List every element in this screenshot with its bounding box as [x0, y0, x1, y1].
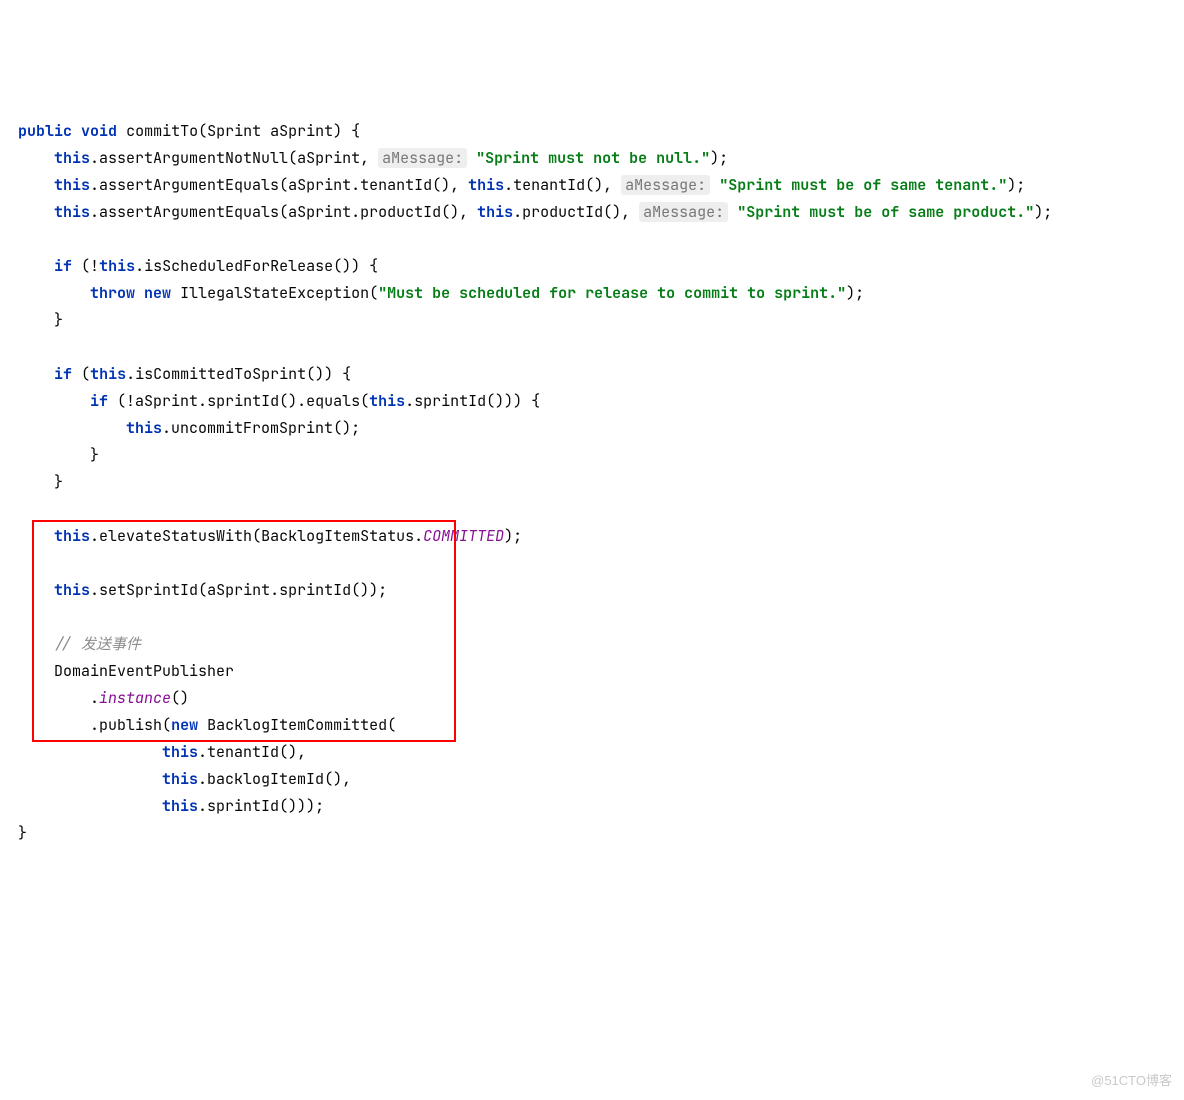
str-tenant: "Sprint must be of same tenant." [719, 175, 1007, 195]
type-bic: BacklogItemCommitted [207, 715, 387, 735]
call-assert-not-null: assertArgumentNotNull [99, 148, 288, 168]
watermark: @51CTO博客 [1091, 1067, 1172, 1094]
method-name: commitTo [126, 121, 198, 141]
call-instance: instance [99, 688, 171, 708]
kw-new: new [144, 283, 171, 303]
kw-if: if [54, 256, 72, 276]
type-dep: DomainEventPublisher [54, 661, 234, 681]
call-is-committed: isCommittedToSprint [135, 364, 306, 384]
param-type: Sprint [207, 121, 261, 141]
enum-committed: COMMITTED [423, 526, 504, 546]
call-elevate: elevateStatusWith [99, 526, 252, 546]
kw-public: public [18, 121, 72, 141]
str-product: "Sprint must be of same product." [737, 202, 1034, 222]
kw-throw: throw [90, 283, 135, 303]
comment-send-event: // 发送事件 [54, 634, 141, 654]
str-mustsched: "Must be scheduled for release to commit… [378, 283, 846, 303]
call-assert-equals-product: assertArgumentEquals [99, 202, 279, 222]
param-name: aSprint [270, 121, 333, 141]
call-publish: publish [99, 715, 162, 735]
type-ise: IllegalStateException [180, 283, 369, 303]
hint-amessage: aMessage: [378, 148, 467, 168]
kw-void: void [81, 121, 117, 141]
kw-this: this [54, 148, 90, 168]
call-set-sprint-id: setSprintId [99, 580, 198, 600]
str-notnull: "Sprint must not be null." [476, 148, 710, 168]
call-assert-equals-tenant: assertArgumentEquals [99, 175, 279, 195]
call-backlog-item-id: backlogItemId [207, 769, 324, 789]
call-is-scheduled: isScheduledForRelease [144, 256, 333, 276]
call-uncommit: uncommitFromSprint [171, 418, 333, 438]
code-block: public void commitTo(Sprint aSprint) { t… [18, 118, 1174, 847]
